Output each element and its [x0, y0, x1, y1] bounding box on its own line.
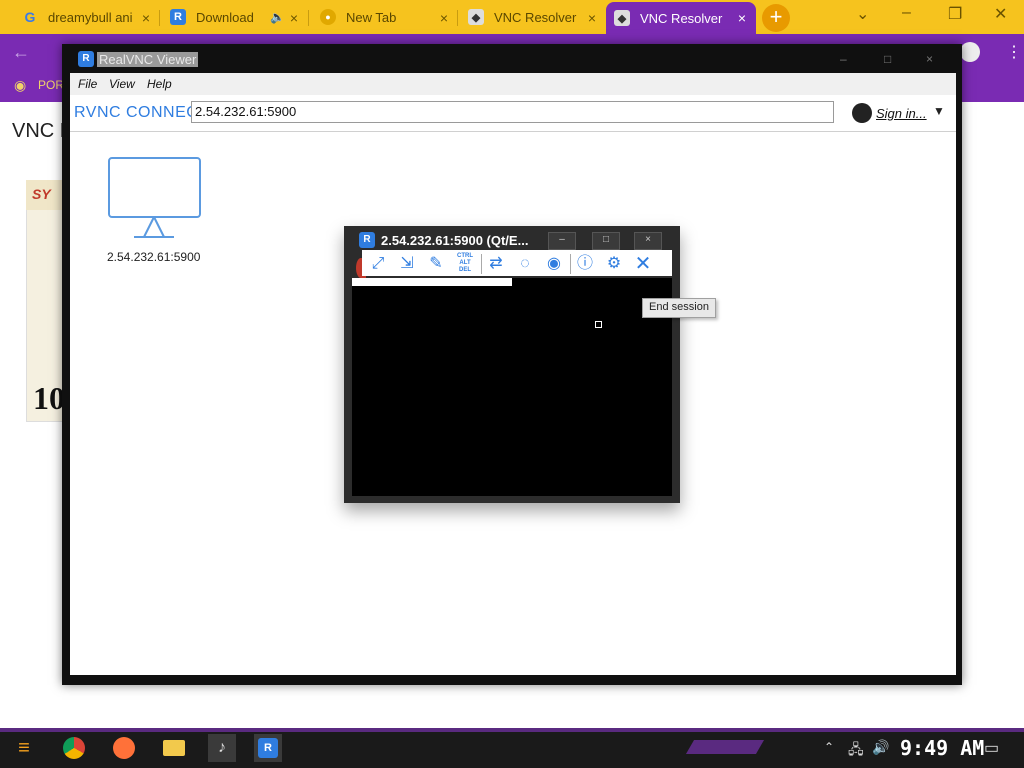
chrome-icon: ●	[320, 9, 336, 25]
close-window-icon[interactable]: ✕	[994, 4, 1007, 24]
tab-label: VNC Resolver	[494, 9, 577, 25]
taskbar-clock[interactable]: 9:49 AM	[900, 736, 984, 760]
start-icon: ≡	[18, 736, 30, 759]
taskbar-realvnc[interactable]: R	[254, 734, 282, 762]
maximize-icon[interactable]: □	[884, 52, 891, 66]
tab-separator	[308, 10, 309, 26]
rvnc-connect-logo: RVNC CONNECT	[74, 104, 209, 121]
realvnc-icon: R	[258, 738, 278, 758]
taskbar-app[interactable]: ♪	[208, 734, 236, 762]
realvnc-icon: R	[78, 51, 94, 67]
tab-separator	[159, 10, 160, 26]
transfer-icon[interactable]: ⇄	[485, 254, 507, 274]
menu-icon[interactable]: ⋮	[1006, 42, 1022, 62]
fullscreen-icon[interactable]: ⤢	[367, 254, 389, 274]
session-close-button[interactable]: ×	[634, 232, 662, 250]
show-hidden-icons[interactable]: ⌃	[824, 740, 834, 754]
tab-new-tab[interactable]: ● New Tab ×	[312, 4, 458, 30]
taskbar-decoration	[685, 740, 765, 754]
network-icon[interactable]: 🖧	[848, 739, 864, 763]
page-number-text: 10	[33, 380, 65, 416]
settings-gear-icon[interactable]: ⚙	[603, 254, 625, 274]
minimize-icon[interactable]: –	[902, 4, 911, 22]
taskbar-chrome[interactable]	[60, 734, 88, 762]
realvnc-icon: R	[359, 232, 375, 248]
minimize-icon[interactable]: –	[840, 52, 847, 66]
monitor-icon[interactable]	[108, 157, 202, 239]
profile-avatar[interactable]	[960, 42, 980, 62]
chevron-down-icon[interactable]: ▼	[933, 104, 945, 118]
user-icon	[852, 103, 872, 123]
chat-icon[interactable]: ◌	[514, 254, 536, 274]
page-image-header: SY	[26, 180, 62, 210]
firefox-icon	[113, 737, 135, 759]
app-icon: ♪	[218, 739, 226, 756]
vnc-resolver-icon: ◆	[614, 10, 630, 26]
tab-label: Download	[196, 9, 254, 25]
speaker-icon: 🔈	[270, 10, 285, 24]
tab-download[interactable]: R Download 🔈 ×	[162, 4, 308, 30]
scale-icon[interactable]: ⇲	[396, 254, 418, 274]
ctrl-alt-del-button[interactable]: CTRL ALT DEL	[454, 253, 476, 273]
remote-desktop-view[interactable]	[352, 278, 672, 496]
taskbar-firefox[interactable]	[110, 734, 138, 762]
close-icon[interactable]: ×	[926, 52, 933, 66]
menu-file[interactable]: File	[78, 77, 97, 91]
taskbar-accent	[0, 728, 1024, 732]
taskbar	[0, 728, 1024, 768]
start-button[interactable]: ≡	[10, 734, 38, 762]
mouse-cursor	[595, 321, 602, 328]
menu-view[interactable]: View	[109, 77, 135, 91]
realvnc-icon: R	[170, 9, 186, 25]
close-icon[interactable]: ×	[440, 10, 448, 26]
session-maximize-button[interactable]: □	[592, 232, 620, 250]
taskbar-explorer[interactable]	[160, 734, 188, 762]
menu-bar	[70, 73, 956, 95]
chrome-icon	[63, 737, 85, 759]
menu-help[interactable]: Help	[147, 77, 172, 91]
vnc-resolver-icon: ◆	[468, 9, 484, 25]
info-icon[interactable]: ⓘ	[574, 254, 596, 274]
close-icon[interactable]: ×	[588, 10, 596, 26]
remote-screen-strip	[352, 278, 512, 286]
end-session-tooltip: End session	[642, 298, 716, 318]
vnc-server-address-input[interactable]: 2.54.232.61:5900	[191, 101, 834, 123]
back-icon[interactable]: ←	[12, 42, 30, 63]
tab-search-icon[interactable]: ⌄	[856, 4, 869, 24]
tab-label: VNC Resolver	[640, 10, 723, 26]
close-icon[interactable]: ×	[290, 10, 298, 26]
tab-label: dreamybull ani	[48, 9, 133, 25]
record-icon[interactable]: ◉	[543, 254, 565, 274]
tab-label: New Tab	[346, 9, 397, 25]
tab-vnc-resolver-1[interactable]: ◆ VNC Resolver ×	[460, 4, 606, 30]
close-icon[interactable]: ×	[738, 10, 746, 26]
google-icon: G	[24, 9, 36, 25]
restore-icon[interactable]: ❐	[948, 4, 962, 24]
computer-label[interactable]: 2.54.232.61:5900	[107, 250, 200, 264]
volume-icon[interactable]: 🔊	[872, 739, 889, 756]
toolbar-divider	[481, 254, 482, 274]
tab-vnc-resolver-active[interactable]: ◆ VNC Resolver ×	[606, 2, 756, 34]
vnc-window-title: RealVNC Viewer	[97, 52, 199, 67]
session-window-title: 2.54.232.61:5900 (Qt/E...	[381, 233, 529, 248]
new-tab-button[interactable]: +	[762, 4, 790, 32]
sync-logo: SY	[32, 186, 51, 202]
close-icon[interactable]: ×	[142, 10, 150, 26]
notifications-icon[interactable]: ▭	[984, 738, 999, 758]
bookmark-item[interactable]: POR	[38, 78, 64, 92]
tab-dreamybull[interactable]: G dreamybull ani ×	[14, 4, 160, 30]
tab-separator	[457, 10, 458, 26]
end-session-icon[interactable]: ✕	[632, 254, 654, 274]
mute-icon[interactable]: ✎	[425, 254, 447, 274]
toolbar-divider	[570, 254, 571, 274]
folder-icon	[163, 740, 185, 756]
sign-in-link[interactable]: Sign in...	[876, 106, 927, 121]
session-minimize-button[interactable]: –	[548, 232, 576, 250]
globe-icon: ◉	[14, 77, 27, 93]
